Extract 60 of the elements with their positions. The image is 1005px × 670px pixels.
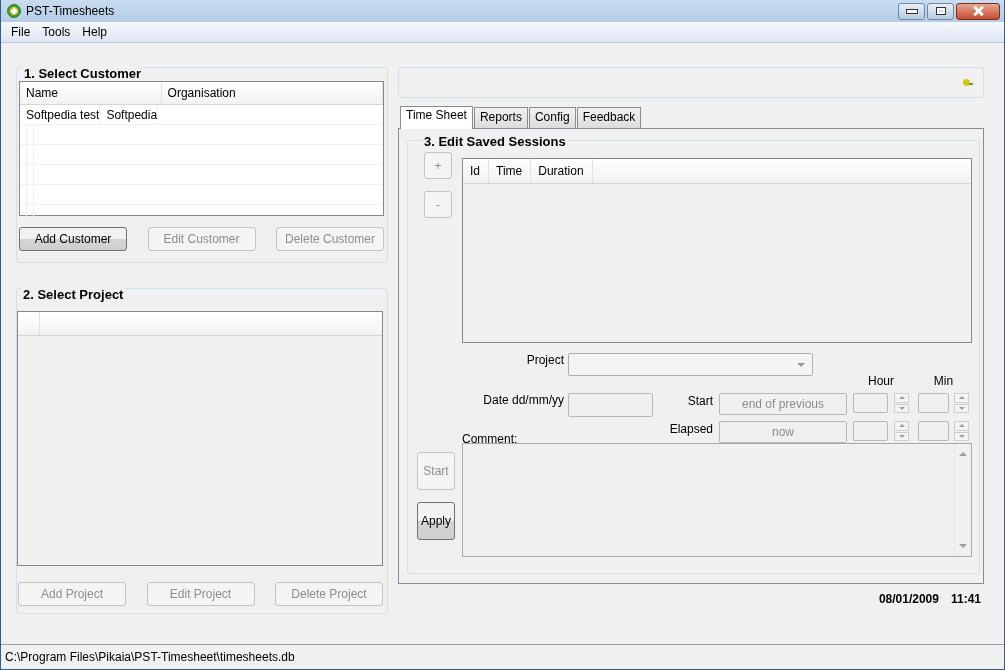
tab[interactable]: Feedback — [576, 107, 642, 128]
up-arrow-icon — [898, 424, 905, 428]
database-path: C:\Program Files\Pikaia\PST-Timesheet\timesheets.db — [5, 650, 295, 664]
project-dropdown[interactable] — [568, 353, 813, 376]
down-arrow-icon — [959, 544, 967, 548]
hour-spinner[interactable] — [894, 393, 909, 413]
hour-field[interactable] — [853, 421, 888, 441]
current-date: 08/01/2009 — [878, 592, 939, 606]
tab[interactable]: Config — [528, 107, 576, 128]
menu-item[interactable]: Help — [76, 25, 114, 39]
maximize-icon — [935, 7, 946, 15]
tab[interactable]: Reports — [473, 107, 528, 128]
down-arrow-icon — [958, 406, 965, 410]
up-arrow-icon — [898, 396, 905, 400]
minute-field[interactable] — [918, 421, 949, 441]
date-field[interactable] — [568, 393, 653, 417]
minute-field[interactable] — [918, 393, 949, 413]
column-header[interactable]: Duration — [531, 159, 593, 183]
down-arrow-icon — [958, 434, 965, 438]
window-title: PST-Timesheets — [26, 4, 116, 18]
down-arrow-icon — [898, 434, 905, 438]
panel-title: 2. Select Project — [21, 287, 126, 302]
up-arrow-icon — [958, 396, 965, 400]
up-arrow-icon — [958, 424, 965, 428]
start-label: Start — [687, 393, 713, 408]
maximize-button[interactable] — [927, 2, 954, 20]
column-header[interactable]: Id — [463, 159, 489, 183]
key-icon — [963, 78, 973, 87]
panel-title: 1. Select Customer — [22, 66, 144, 81]
column-header[interactable]: Time — [489, 159, 532, 183]
apply-button[interactable]: Apply — [417, 502, 455, 540]
comment-field[interactable] — [462, 443, 972, 557]
current-time: 11:41 — [950, 592, 981, 606]
close-button[interactable] — [956, 2, 1000, 20]
minute-spinner[interactable] — [954, 421, 969, 441]
minimize-icon — [905, 8, 918, 14]
table-cell[interactable]: Softpedia — [100, 105, 159, 124]
elapsed-label: Elapsed — [669, 421, 713, 436]
minute-spinner[interactable] — [954, 393, 969, 413]
clock-icon — [7, 4, 21, 18]
add-customer-button[interactable]: Add Customer — [19, 227, 127, 251]
date-label: Date dd/mm/yy — [483, 393, 564, 407]
up-arrow-icon — [959, 452, 967, 456]
close-icon — [972, 6, 984, 16]
column-header[interactable]: Organisation — [161, 82, 383, 104]
panel-title: 3. Edit Saved Sessions — [422, 134, 568, 149]
menu-item[interactable]: File — [5, 25, 37, 39]
hour-label: Hour — [868, 374, 894, 388]
comment-label: Comment: — [462, 432, 518, 446]
min-label: Min — [933, 374, 954, 388]
minimize-button[interactable] — [898, 2, 925, 20]
menu-item[interactable]: Tools — [36, 25, 77, 39]
table-cell[interactable]: Softpedia test — [20, 105, 101, 124]
hour-spinner[interactable] — [894, 421, 909, 441]
project-label: Project — [526, 353, 564, 367]
column-header[interactable]: Name — [20, 82, 162, 104]
down-arrow-icon — [898, 406, 905, 410]
tab[interactable]: Time Sheet — [400, 106, 473, 129]
hour-field[interactable] — [853, 393, 888, 413]
dropdown-arrow-icon — [797, 362, 805, 367]
